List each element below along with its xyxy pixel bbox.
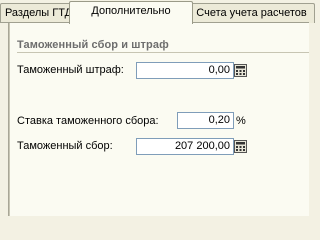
tab-strip: Разделы ГТД Дополнительно Счета учета ра… <box>0 0 315 24</box>
fee-label: Таможенный сбор: <box>17 140 113 152</box>
calculator-icon[interactable] <box>234 64 247 77</box>
panel-left-margin <box>0 23 9 216</box>
percent-unit: % <box>236 115 246 127</box>
tab-additional[interactable]: Дополнительно <box>69 1 193 24</box>
tab-declaration-sections[interactable]: Разделы ГТД <box>0 3 77 23</box>
rate-label: Ставка таможенного сбора: <box>17 115 159 127</box>
rate-input[interactable]: 0,20 <box>177 112 234 129</box>
penalty-input[interactable]: 0,00 <box>136 62 234 79</box>
section-divider <box>17 52 309 53</box>
penalty-label: Таможенный штраф: <box>17 64 124 76</box>
tab-settlement-accounts[interactable]: Счета учета расчетов <box>188 3 315 23</box>
calculator-icon[interactable] <box>234 140 247 153</box>
fee-input[interactable]: 207 200,00 <box>136 138 234 155</box>
section-title: Таможенный сбор и штраф <box>17 39 169 51</box>
